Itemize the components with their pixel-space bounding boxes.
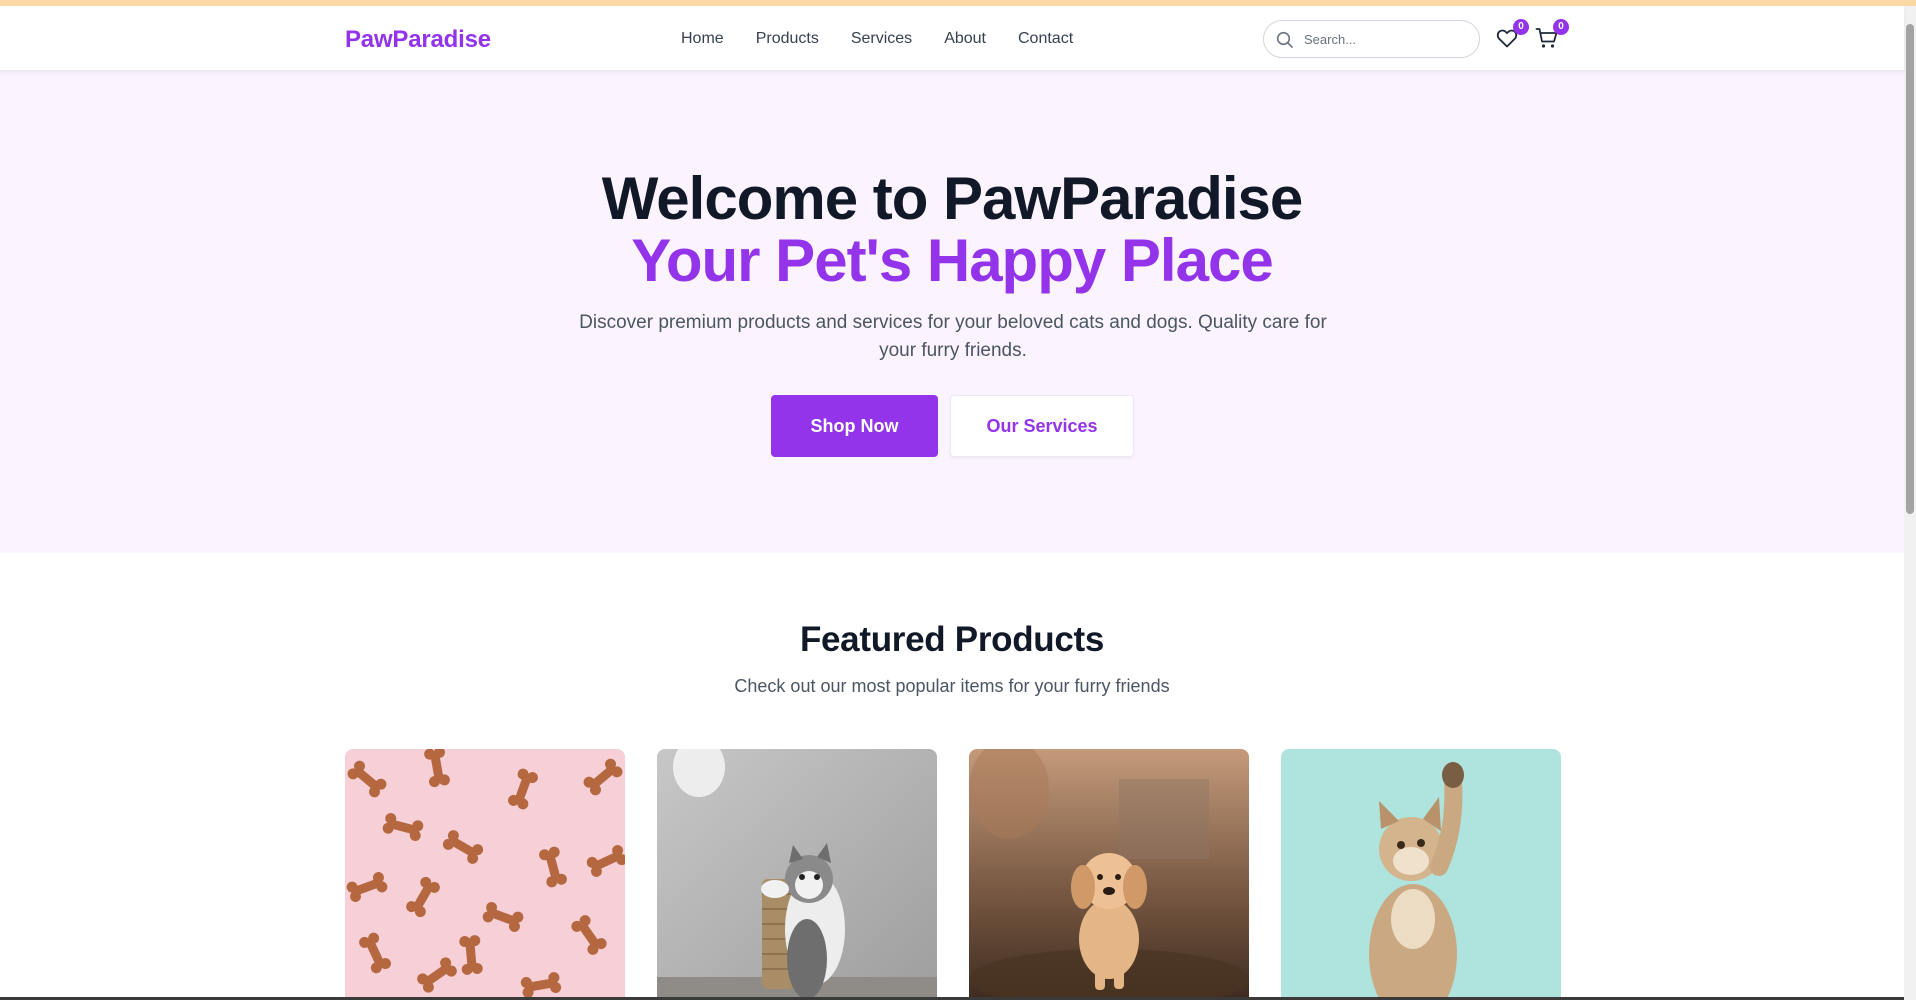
page-scrollbar[interactable] — [1904, 6, 1916, 1000]
nav-link-contact[interactable]: Contact — [1018, 30, 1073, 48]
search-icon — [1276, 31, 1293, 48]
kitten-scratching-post-photo — [657, 749, 937, 1000]
hero-title-line2: Your Pet's Happy Place — [631, 227, 1273, 294]
nav-link-products[interactable]: Products — [756, 30, 819, 48]
shop-now-button[interactable]: Shop Now — [771, 395, 938, 457]
featured-products-title: Featured Products — [799, 620, 1105, 659]
wishlist-button[interactable]: 0 — [1495, 19, 1529, 52]
kitten-reaching-up-photo — [1281, 749, 1561, 1000]
nav-link-about[interactable]: About — [944, 30, 986, 48]
search-input[interactable] — [1304, 29, 1464, 49]
hero-title: Welcome to PawParadise Your Pet's Happy … — [0, 168, 1904, 292]
golden-retriever-puppy-photo — [969, 749, 1249, 1000]
product-card-scratching-post[interactable] — [657, 749, 937, 1000]
scrollbar-thumb[interactable] — [1906, 24, 1914, 514]
product-card-kitten[interactable] — [1281, 749, 1561, 1000]
main-nav: Home Products Services About Contact — [681, 30, 1073, 48]
dog-bone-treats-photo — [345, 749, 625, 1000]
product-card-puppy[interactable] — [969, 749, 1249, 1000]
our-services-button[interactable]: Our Services — [950, 395, 1134, 457]
nav-link-home[interactable]: Home — [681, 30, 724, 48]
product-card-treats[interactable] — [345, 749, 625, 1000]
brand-logo[interactable]: PawParadise — [345, 26, 491, 54]
cart-count-badge: 0 — [1553, 19, 1569, 35]
site-header: PawParadise Home Products Services About… — [0, 6, 1904, 71]
featured-products-subtitle: Check out our most popular items for you… — [734, 676, 1170, 696]
hero-title-line1: Welcome to PawParadise — [601, 165, 1304, 232]
hero-subtitle: Discover premium products and services f… — [579, 312, 1327, 361]
search-box — [1263, 20, 1480, 58]
hero-section: Welcome to PawParadise Your Pet's Happy … — [0, 71, 1904, 553]
nav-link-services[interactable]: Services — [851, 30, 912, 48]
cart-button[interactable]: 0 — [1535, 19, 1569, 52]
wishlist-count-badge: 0 — [1513, 19, 1529, 35]
